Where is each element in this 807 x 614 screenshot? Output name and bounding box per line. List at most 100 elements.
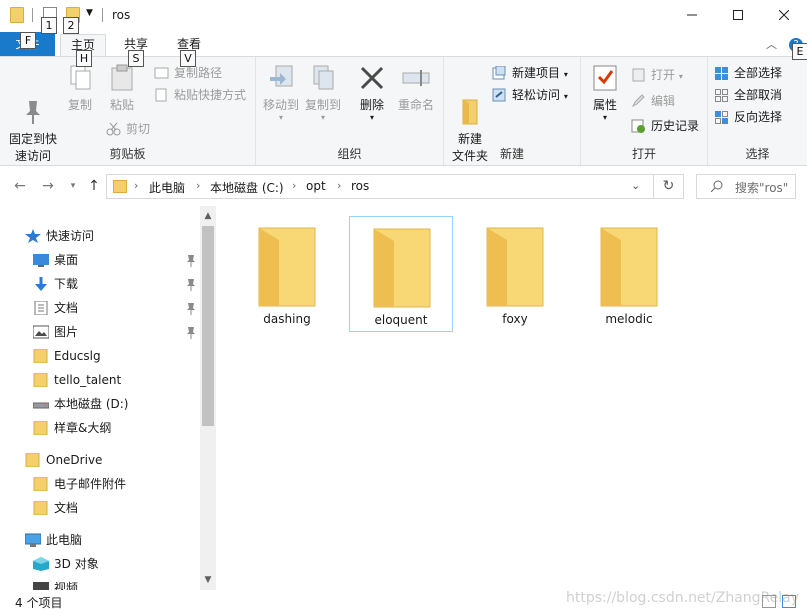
select-all-label: 全部选择 — [734, 66, 783, 80]
keytip: S — [128, 50, 144, 67]
copy-to-button[interactable]: 复制到 ▾ — [302, 63, 344, 122]
maximize-icon — [733, 10, 743, 20]
easy-access-icon — [492, 88, 506, 102]
rename-button[interactable]: 重命名 — [394, 63, 438, 114]
dropdown-arrow-icon: ▾ — [369, 113, 374, 122]
properties-button[interactable]: 属性 ▾ — [587, 63, 623, 122]
breadcrumb-separator-icon: › — [292, 179, 297, 192]
search-box[interactable]: 搜索"ros" — [696, 174, 796, 199]
easy-access-button[interactable]: 轻松访问 ▾ — [492, 85, 568, 105]
select-none-label: 全部取消 — [734, 88, 783, 102]
address-bar[interactable]: › 此电脑 › 本地磁盘 (C:) › opt › ros ⌄ — [106, 174, 654, 199]
dropdown-arrow-icon: ▾ — [678, 72, 683, 81]
folder-item-dashing[interactable]: dashing — [235, 216, 339, 332]
rename-label: 重命名 — [397, 98, 434, 112]
sidebar-scrollbar[interactable]: ▲ ▼ — [200, 206, 216, 590]
paste-shortcut-label: 粘贴快捷方式 — [174, 88, 247, 102]
title-bar: ▼ ros 1 2 — [0, 0, 807, 34]
ribbon-collapse-icon[interactable]: ︿ — [766, 36, 777, 52]
address-history-chevron-icon[interactable]: ⌄ — [631, 179, 640, 192]
invert-selection-button[interactable]: 反向选择 — [714, 107, 782, 127]
breadcrumb-ros[interactable]: ros — [351, 179, 369, 193]
invert-selection-icon — [715, 111, 728, 124]
sidebar-item-label: 3D 对象 — [54, 557, 99, 571]
picture-icon — [33, 325, 49, 339]
navigation-bar: ← → ▾ ↑ › 此电脑 › 本地磁盘 (C:) › opt › ros ⌄ … — [0, 166, 807, 206]
cut-label: 剪切 — [126, 122, 151, 136]
history-button[interactable]: 历史记录 — [631, 116, 699, 136]
folder-name: dashing — [263, 312, 311, 326]
large-icons-view-icon[interactable] — [782, 595, 796, 608]
cut-button[interactable]: 剪切 — [106, 119, 150, 139]
open-button[interactable]: 打开 ▾ — [631, 65, 683, 85]
scroll-down-arrow-icon[interactable]: ▼ — [200, 572, 216, 588]
properties-label: 属性 — [592, 98, 617, 112]
copy-button[interactable]: 复制 — [62, 63, 98, 114]
keytip: F — [20, 32, 36, 49]
select-none-icon — [715, 89, 728, 102]
new-group: 新建 文件夹 新建项目 ▾ 轻松访问 ▾ 新建 — [444, 57, 581, 165]
search-icon — [711, 180, 723, 192]
new-item-icon — [492, 66, 506, 80]
folder-name: foxy — [502, 312, 528, 326]
sidebar-item-label: 文档 — [54, 501, 79, 515]
minimize-button[interactable] — [669, 0, 715, 30]
invert-selection-label: 反向选择 — [734, 110, 783, 124]
folder-item-foxy[interactable]: foxy — [463, 216, 567, 332]
up-arrow-icon[interactable]: ↑ — [84, 176, 104, 196]
new-item-button[interactable]: 新建项目 ▾ — [492, 63, 568, 83]
paste-shortcut-button[interactable]: 粘贴快捷方式 — [154, 85, 246, 105]
folder-item-melodic[interactable]: melodic — [577, 216, 681, 332]
pin-icon — [18, 80, 48, 124]
maximize-button[interactable] — [715, 0, 761, 30]
keytip: V — [180, 50, 196, 67]
pin-icon — [187, 303, 195, 315]
desktop-icon — [33, 254, 49, 267]
delete-x-icon — [357, 63, 387, 93]
sidebar-item-label: OneDrive — [46, 453, 103, 467]
delete-button[interactable]: 删除 ▾ — [354, 63, 390, 122]
quick-access-dropdown-icon[interactable]: ▼ — [86, 8, 93, 18]
folder-item-eloquent[interactable]: eloquent — [349, 216, 453, 332]
dropdown-arrow-icon: ▾ — [563, 92, 568, 101]
scroll-up-arrow-icon[interactable]: ▲ — [200, 208, 216, 224]
folder-icon — [33, 349, 48, 363]
back-arrow-icon[interactable]: ← — [10, 176, 30, 196]
breadcrumb-opt[interactable]: opt — [306, 179, 326, 193]
rename-icon — [401, 63, 431, 93]
copy-icon — [65, 63, 95, 93]
forward-arrow-icon[interactable]: → — [38, 176, 58, 196]
details-view-icon[interactable] — [762, 595, 776, 608]
select-group: 全部选择 全部取消 反向选择 选择 — [708, 57, 807, 165]
sidebar-item-label: 桌面 — [54, 253, 79, 267]
download-icon — [35, 277, 47, 291]
open-group: 属性 ▾ 打开 ▾ 编辑 历史记录 打开 — [581, 57, 708, 165]
sidebar-item-label: 样章&大纲 — [54, 421, 112, 435]
folder-icon — [25, 453, 40, 467]
copy-label: 复制 — [67, 98, 92, 112]
scrollbar-thumb[interactable] — [202, 226, 214, 426]
breadcrumb-this-pc[interactable]: 此电脑 — [149, 179, 185, 196]
window-title: ros — [112, 8, 131, 22]
select-none-button[interactable]: 全部取消 — [714, 85, 782, 105]
status-bar: 4 个项目 https://blog.csdn.net/ZhangRelay — [0, 590, 807, 614]
refresh-button[interactable]: ↻ — [654, 174, 684, 199]
folder-icon — [113, 180, 127, 193]
paste-button[interactable]: 粘贴 — [102, 63, 142, 114]
dropdown-arrow-icon: ▾ — [563, 70, 568, 79]
folder-icon — [486, 227, 544, 307]
dropdown-arrow-icon: ▾ — [320, 113, 325, 122]
select-all-button[interactable]: 全部选择 — [714, 63, 782, 83]
close-button[interactable] — [761, 0, 807, 30]
drive-icon — [33, 402, 49, 409]
edit-button[interactable]: 编辑 — [631, 91, 675, 111]
copy-to-label: 复制到 — [304, 98, 341, 112]
history-icon — [631, 119, 645, 133]
recent-locations-chevron-icon[interactable]: ▾ — [63, 176, 83, 196]
folder-name: eloquent — [374, 313, 428, 327]
new-folder-icon — [455, 80, 485, 125]
folder-icon — [33, 501, 48, 515]
breadcrumb-local-disk-c[interactable]: 本地磁盘 (C:) — [210, 179, 284, 196]
move-to-button[interactable]: 移动到 ▾ — [260, 63, 302, 122]
keytip: 2 — [63, 17, 79, 34]
